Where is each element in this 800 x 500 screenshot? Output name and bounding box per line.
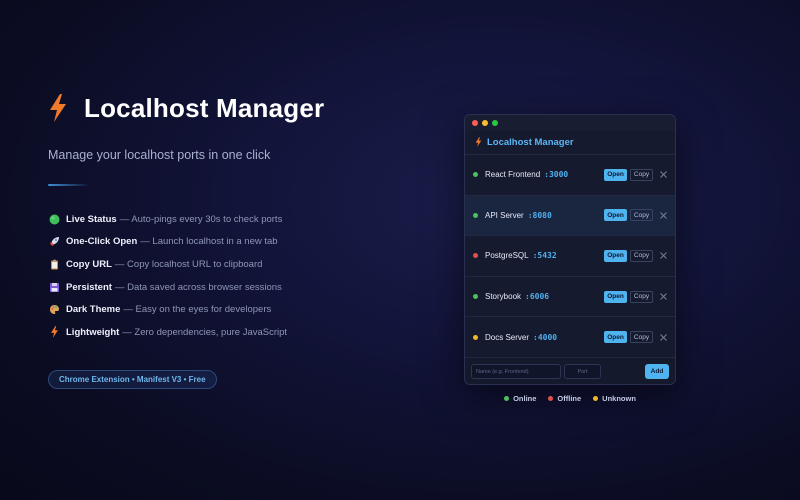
rocket-icon [48,236,60,248]
copy-button[interactable]: Copy [630,331,653,344]
hero-title-row: Localhost Manager [48,92,408,124]
service-name: PostgreSQL [485,251,529,261]
service-name: API Server [485,210,524,220]
minimize-window-dot[interactable] [482,120,488,126]
add-port-form: Add [465,357,675,384]
copy-button[interactable]: Copy [630,290,653,303]
status-dot-offline [473,253,478,259]
add-button[interactable]: Add [645,364,669,380]
service-port: :3000 [544,170,569,180]
feature-name: Persistent [66,281,112,293]
extension-popup-window: Localhost Manager React Frontend :3000 O… [464,114,676,385]
open-button[interactable]: Open [604,168,627,181]
green-circle-icon [48,213,60,225]
feature-item: Dark Theme — Easy on the eyes for develo… [48,298,408,321]
feature-desc: — Data saved across browser sessions [114,281,282,293]
service-port: :5432 [532,251,557,261]
port-input[interactable] [564,364,601,380]
close-window-dot[interactable] [472,120,478,126]
hero-section: Localhost Manager Manage your localhost … [48,92,408,389]
window-titlebar [465,115,675,131]
service-port: :4000 [533,332,558,342]
feature-item: Live Status — Auto-pings every 30s to ch… [48,208,408,231]
delete-icon[interactable] [659,333,667,341]
service-name: Docs Server [485,332,530,342]
port-list: React Frontend :3000 Open Copy API Serve… [465,155,675,358]
feature-desc: — Zero dependencies, pure JavaScript [122,326,288,338]
delete-icon[interactable] [659,211,667,219]
feature-name: Dark Theme [66,304,121,316]
feature-name: One-Click Open [66,236,138,248]
hero-title: Localhost Manager [84,92,325,123]
delete-icon[interactable] [659,171,667,179]
port-row: PostgreSQL :5432 Open Copy [465,236,675,277]
legend-dot-offline [548,396,554,401]
legend-dot-online [504,396,510,401]
port-row: Storybook :6006 Open Copy [465,277,675,318]
popup-header: Localhost Manager [465,131,675,155]
status-dot-online [473,212,478,218]
service-port: :6006 [525,292,550,302]
status-dot-unknown [473,334,478,340]
legend-label: Offline [557,394,582,403]
feature-item: Copy URL — Copy localhost URL to clipboa… [48,253,408,276]
floppy-disk-icon [48,281,60,293]
service-name-input[interactable] [471,364,561,380]
clipboard-icon [48,258,60,270]
legend-item-offline: Offline [548,394,581,403]
feature-desc: — Launch localhost in a new tab [140,236,278,248]
feature-desc: — Auto-pings every 30s to check ports [119,213,283,225]
lightning-bolt-icon [475,134,482,152]
popup-title: Localhost Manager [487,137,574,148]
hero-subtitle: Manage your localhost ports in one click [48,148,271,162]
status-dot-online [473,294,478,300]
feature-name: Live Status [66,213,117,225]
legend-item-unknown: Unknown [593,394,636,403]
hero-divider [48,184,90,186]
maximize-window-dot[interactable] [492,120,498,126]
lightning-bolt-icon [48,94,68,122]
palette-icon [48,304,60,316]
copy-button[interactable]: Copy [630,209,653,222]
port-row: API Server :8080 Open Copy [465,195,675,237]
copy-button[interactable]: Copy [630,168,653,181]
delete-icon[interactable] [659,252,667,260]
legend-label: Unknown [602,394,636,403]
feature-item: Lightweight — Zero dependencies, pure Ja… [48,321,408,344]
feature-item: One-Click Open — Launch localhost in a n… [48,231,408,254]
platform-pill: Chrome Extension • Manifest V3 • Free [48,369,217,389]
port-row: React Frontend :3000 Open Copy [465,155,675,196]
status-legend: Online Offline Unknown [464,394,676,403]
status-dot-online [473,172,478,178]
feature-item: Persistent — Data saved across browser s… [48,276,408,299]
copy-button[interactable]: Copy [630,249,653,262]
feature-desc: — Easy on the eyes for developers [123,304,272,316]
open-button[interactable]: Open [604,290,627,303]
service-port: :8080 [527,210,552,220]
service-name: Storybook [485,292,522,302]
open-button[interactable]: Open [604,249,627,262]
legend-label: Online [513,394,537,403]
legend-dot-unknown [593,396,599,401]
open-button[interactable]: Open [604,331,627,344]
lightning-bolt-icon [48,326,60,339]
delete-icon[interactable] [659,293,667,301]
feature-name: Lightweight [66,326,120,338]
legend-item-online: Online [504,394,536,403]
feature-list: Live Status — Auto-pings every 30s to ch… [48,208,408,344]
open-button[interactable]: Open [604,209,627,222]
service-name: React Frontend [485,170,541,180]
port-row: Docs Server :4000 Open Copy [465,317,675,358]
feature-name: Copy URL [66,258,112,270]
feature-desc: — Copy localhost URL to clipboard [114,258,263,270]
